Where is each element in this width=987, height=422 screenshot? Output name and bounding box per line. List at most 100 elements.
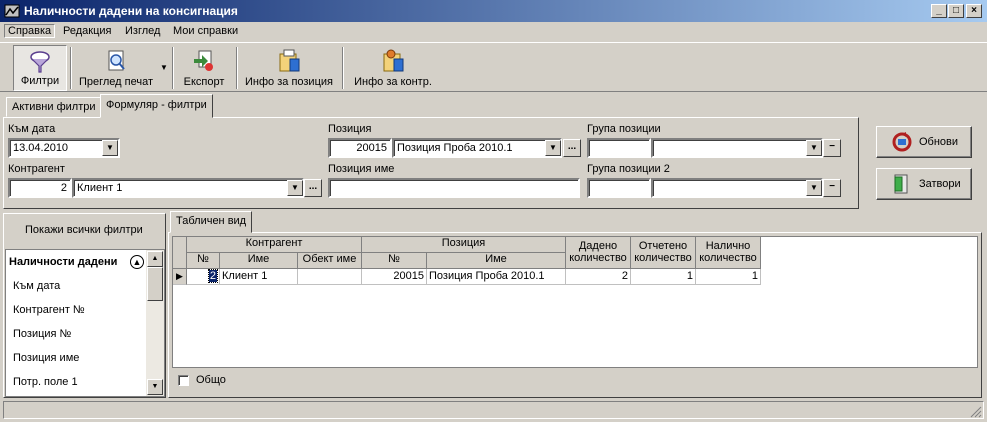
group-dropdown-button[interactable]: ▼ — [806, 140, 822, 156]
partner-code-field[interactable]: 2 — [8, 178, 72, 198]
group-clear-button[interactable]: − — [823, 139, 841, 157]
group2-clear-button[interactable]: − — [823, 179, 841, 197]
toolbar-separator — [172, 47, 174, 89]
item-dropdown-button[interactable]: ▼ — [545, 140, 561, 156]
table-cell[interactable] — [298, 269, 362, 285]
toolbar-separator — [236, 47, 238, 89]
table-cell[interactable]: Позиция Проба 2010.1 — [427, 269, 566, 285]
group-label: Група позиции — [587, 123, 661, 135]
partner-browse-button[interactable]: ... — [304, 179, 322, 197]
data-grid: Контрагент Позиция № Име Обект име № Име… — [172, 236, 978, 368]
title-bar: Наличности дадени на консигнация _ □ × — [0, 0, 987, 22]
group-name-combo[interactable] — [651, 138, 823, 158]
door-exit-icon — [894, 174, 908, 194]
toolbar-separator — [342, 47, 344, 89]
total-label: Общо — [196, 374, 226, 386]
item-info-label: Инфо за позиция — [245, 76, 333, 88]
group2-code-field[interactable] — [587, 178, 651, 198]
chevron-down-icon[interactable]: ▼ — [160, 63, 168, 72]
print-preview-label: Преглед печат — [78, 76, 154, 88]
menu-bar: Справка Редакция Изглед Мои справки — [0, 22, 987, 41]
filter-list-header[interactable]: Наличности дадени — [9, 256, 141, 268]
refresh-label: Обнови — [919, 136, 959, 148]
item-name-combo[interactable]: Позиция Проба 2010.1 — [392, 138, 562, 158]
menu-report[interactable]: Справка — [4, 24, 56, 38]
group-header-item: Позиция — [362, 237, 566, 253]
partner-name-combo[interactable]: Клиент 1 — [72, 178, 304, 198]
item-label: Позиция — [328, 123, 372, 135]
export-button[interactable]: Експорт — [178, 45, 230, 91]
filter-item[interactable]: Позиция име — [13, 352, 79, 364]
item-info-icon — [279, 49, 300, 72]
group2-label: Група позиции 2 — [587, 163, 670, 175]
partner-info-icon — [383, 49, 404, 72]
scroll-up-icon[interactable]: ▲ — [147, 251, 163, 267]
date-label: Към дата — [8, 123, 56, 135]
filter-list-scrollbar[interactable]: ▲ ▼ — [146, 250, 164, 396]
scroll-thumb[interactable] — [147, 267, 163, 301]
partner-dropdown-button[interactable]: ▼ — [287, 180, 303, 196]
menu-edit[interactable]: Редакция — [63, 25, 111, 37]
item-code-field[interactable]: 20015 — [328, 138, 392, 158]
table-cell[interactable]: Клиент 1 — [220, 269, 298, 285]
partner-label: Контрагент — [8, 163, 65, 175]
window-title: Наличности дадени на консигнация — [24, 4, 238, 18]
menu-view[interactable]: Изглед — [125, 25, 160, 37]
tab-form-filters[interactable]: Формуляр - филтри — [100, 94, 213, 118]
close-button[interactable]: Затвори — [876, 168, 972, 200]
tab-table-view[interactable]: Табличен вид — [170, 211, 253, 233]
partner-info-button[interactable]: Инфо за контр. — [348, 45, 438, 91]
maximize-button[interactable]: □ — [948, 4, 964, 18]
filter-item[interactable]: Потр. поле 1 — [13, 376, 78, 388]
status-bar — [3, 401, 984, 419]
filter-list: Наличности дадени ▲ Към дата Контрагент … — [5, 249, 165, 397]
group2-name-combo[interactable] — [651, 178, 823, 198]
toolbar-separator — [70, 47, 72, 89]
app-icon — [4, 4, 20, 18]
column-header-partner-no[interactable]: № — [187, 253, 220, 269]
column-header-item-name[interactable]: Име — [427, 253, 566, 269]
refresh-button[interactable]: Обнови — [876, 126, 972, 158]
group-code-field[interactable] — [587, 138, 651, 158]
column-header-given-qty[interactable]: Дадено количество — [566, 237, 631, 269]
print-preview-icon — [108, 50, 125, 71]
filter-item[interactable]: Контрагент № — [13, 304, 85, 316]
export-icon — [194, 50, 213, 71]
menu-my-reports[interactable]: Мои справки — [173, 25, 238, 37]
table-cell[interactable]: 1 — [696, 269, 761, 285]
item-name-label: Позиция име — [328, 163, 395, 175]
item-name-field[interactable] — [328, 178, 580, 198]
group2-dropdown-button[interactable]: ▼ — [806, 180, 822, 196]
tab-active-filters[interactable]: Активни филтри — [6, 97, 102, 117]
partner-info-label: Инфо за контр. — [354, 76, 432, 88]
table-cell[interactable]: 20015 — [362, 269, 427, 285]
close-window-button[interactable]: × — [966, 4, 982, 18]
filters-label: Филтри — [20, 75, 60, 87]
filter-icon — [30, 51, 50, 73]
filters-button[interactable]: Филтри — [13, 45, 67, 91]
minimize-button[interactable]: _ — [931, 4, 947, 18]
filter-item[interactable]: Позиция № — [13, 328, 71, 340]
column-header-available-qty[interactable]: Налично количество — [696, 237, 761, 269]
resize-grip-icon[interactable] — [970, 406, 982, 418]
column-header-item-no[interactable]: № — [362, 253, 427, 269]
group-header-partner: Контрагент — [187, 237, 362, 253]
date-dropdown-button[interactable]: ▼ — [102, 140, 118, 156]
column-header-object-name[interactable]: Обект име — [298, 253, 362, 269]
column-header-reported-qty[interactable]: Отчетено количество — [631, 237, 696, 269]
collapse-icon[interactable]: ▲ — [130, 255, 144, 269]
table-cell[interactable]: 2 — [187, 269, 220, 285]
filter-item[interactable]: Към дата — [13, 280, 60, 292]
show-all-filters-button[interactable]: Покажи всички филтри — [25, 224, 143, 236]
row-pointer-icon[interactable]: ▶ — [173, 269, 187, 285]
print-preview-button[interactable]: Преглед печат — [74, 45, 158, 91]
row-indicator-header — [173, 237, 187, 269]
table-cell[interactable]: 2 — [566, 269, 631, 285]
toolbar: Филтри Преглед печат ▼ Експорт Инфо за п… — [0, 42, 987, 92]
table-cell[interactable]: 1 — [631, 269, 696, 285]
item-browse-button[interactable]: ... — [563, 139, 581, 157]
column-header-partner-name[interactable]: Име — [220, 253, 298, 269]
item-info-button[interactable]: Инфо за позиция — [242, 45, 336, 91]
scroll-down-icon[interactable]: ▼ — [147, 379, 163, 395]
total-checkbox[interactable] — [178, 375, 189, 386]
